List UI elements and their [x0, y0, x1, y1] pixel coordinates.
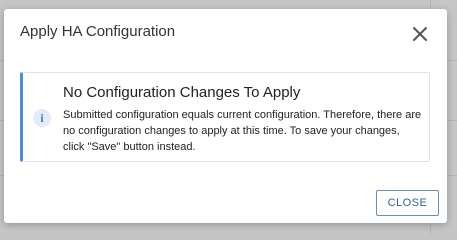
dialog-header: Apply HA Configuration [4, 9, 447, 57]
info-alert: i No Configuration Changes To Apply Subm… [20, 72, 430, 162]
dialog-title: Apply HA Configuration [20, 23, 176, 40]
alert-message: Submitted configuration equals current c… [63, 109, 422, 153]
alert-title: No Configuration Changes To Apply [63, 84, 301, 101]
close-icon[interactable] [410, 24, 430, 44]
close-button[interactable]: CLOSE [376, 190, 439, 216]
info-icon: i [33, 109, 51, 127]
apply-ha-config-dialog: Apply HA Configuration i No Configuratio… [4, 9, 447, 223]
